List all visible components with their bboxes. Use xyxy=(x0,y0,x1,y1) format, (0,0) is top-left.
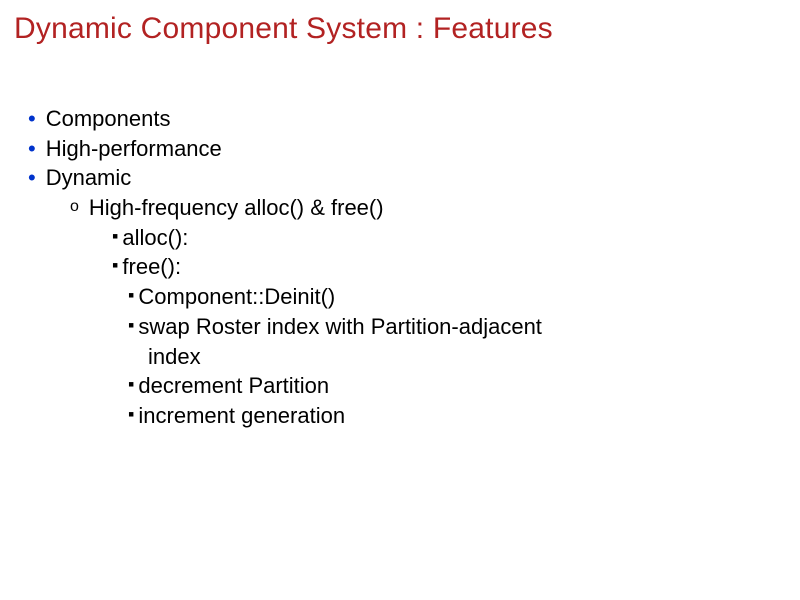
bullet-free: ▪ free(): xyxy=(28,252,786,282)
bullet-text: swap Roster index with Partition-adjacen… xyxy=(138,312,542,342)
square-bullet-icon: ▪ xyxy=(128,312,134,339)
bullet-text: free(): xyxy=(122,252,181,282)
bullet-text: Dynamic xyxy=(46,163,132,193)
slide-content: • Components • High-performance • Dynami… xyxy=(14,104,786,431)
slide-title: Dynamic Component System : Features xyxy=(14,12,786,46)
bullet-text: High-frequency alloc() & free() xyxy=(89,193,384,223)
slide-container: Dynamic Component System : Features • Co… xyxy=(0,0,800,443)
bullet-text: Component::Deinit() xyxy=(138,282,335,312)
square-bullet-icon: ▪ xyxy=(112,223,118,250)
bullet-text: decrement Partition xyxy=(138,371,329,401)
bullet-dynamic: • Dynamic xyxy=(28,163,786,193)
bullet-high-performance: • High-performance xyxy=(28,134,786,164)
bullet-high-frequency: o High-frequency alloc() & free() xyxy=(28,193,786,223)
square-bullet-icon: ▪ xyxy=(128,401,134,428)
bullet-component-deinit: ▪ Component::Deinit() xyxy=(28,282,786,312)
square-bullet-icon: ▪ xyxy=(128,282,134,309)
square-bullet-icon: ▪ xyxy=(128,371,134,398)
bullet-increment-generation: ▪ increment generation xyxy=(28,401,786,431)
square-bullet-icon: ▪ xyxy=(112,252,118,279)
bullet-alloc: ▪ alloc(): xyxy=(28,223,786,253)
bullet-swap-roster: ▪ swap Roster index with Partition-adjac… xyxy=(28,312,786,342)
bullet-swap-roster-cont: index xyxy=(28,342,786,372)
bullet-components: • Components xyxy=(28,104,786,134)
bullet-text: index xyxy=(148,344,201,369)
bullet-decrement-partition: ▪ decrement Partition xyxy=(28,371,786,401)
bullet-text: Components xyxy=(46,104,171,134)
circle-bullet-icon: o xyxy=(70,193,79,220)
dot-bullet-icon: • xyxy=(28,134,36,164)
bullet-text: High-performance xyxy=(46,134,222,164)
dot-bullet-icon: • xyxy=(28,163,36,193)
dot-bullet-icon: • xyxy=(28,104,36,134)
bullet-text: alloc(): xyxy=(122,223,188,253)
bullet-text: increment generation xyxy=(138,401,345,431)
